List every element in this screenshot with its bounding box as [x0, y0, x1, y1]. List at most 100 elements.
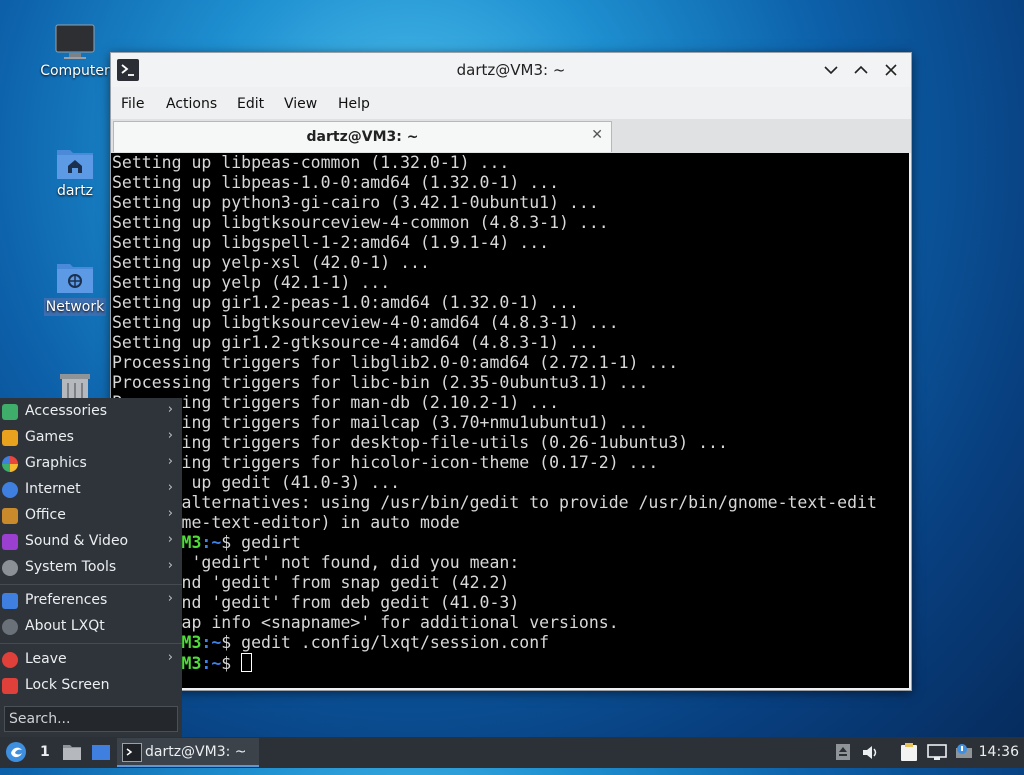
menu-view[interactable]: View [284, 96, 317, 112]
prompt-symbol: $ [221, 633, 242, 652]
desktop-icon-home[interactable]: dartz [35, 142, 115, 200]
tab-title: dartz@VM3: ~ [306, 129, 419, 145]
terminal-task-icon [122, 743, 142, 762]
menu-item-label: Leave [25, 651, 67, 667]
terminal-line: Command 'gedirt' not found, did you mean… [112, 553, 520, 572]
menu-bar: File Actions Edit View Help [111, 89, 911, 119]
desktop-switcher[interactable]: 1 [40, 744, 50, 775]
terminal-line: Processing triggers for mailcap (3.70+nm… [112, 413, 649, 432]
menu-actions[interactable]: Actions [166, 96, 217, 112]
chevron-right-icon: › [167, 428, 173, 443]
prompt-path: :~ [201, 654, 222, 673]
terminal-line: Setting up gir1.2-gtksource-4:amd64 (4.8… [112, 333, 599, 352]
command-text: gedirt [241, 533, 301, 552]
prompt-path: :~ [201, 633, 222, 652]
desktop-icon-network[interactable]: Network [35, 258, 115, 316]
terminal-line: Setting up yelp (42.1-1) ... [112, 273, 391, 292]
prompt-line[interactable]: dartz@VM3:~$ [111, 653, 909, 673]
menu-item-label: Office [25, 507, 66, 523]
internet-icon [2, 482, 18, 498]
office-icon [2, 508, 18, 524]
graphics-icon [2, 456, 18, 472]
menu-item-label: Games [25, 429, 74, 445]
terminal-line: command 'gedit' from deb gedit (41.0-3) [112, 593, 520, 612]
network-folder-icon [55, 258, 95, 298]
prompt-symbol: $ [221, 654, 242, 673]
text-cursor [241, 653, 253, 672]
menu-about-lxqt[interactable]: About LXQt [0, 614, 182, 640]
desktop-icon-label: Network [43, 298, 107, 316]
chevron-right-icon: › [167, 402, 173, 417]
menu-category-office[interactable]: Office › [0, 503, 182, 529]
menu-category-accessories[interactable]: Accessories › [0, 399, 182, 425]
menu-item-label: Sound & Video [25, 533, 129, 549]
close-button[interactable] [881, 60, 901, 80]
file-manager-icon[interactable] [62, 743, 82, 761]
minimize-button[interactable] [821, 60, 841, 80]
taskbar-task-terminal[interactable]: dartz@VM3: ~ [117, 738, 259, 767]
terminal-line: or (gnome-text-editor) in auto mode [112, 513, 460, 532]
terminal-line: Setting up gir1.2-peas-1.0:amd64 (1.32.0… [112, 293, 579, 312]
sound-video-icon [2, 534, 18, 550]
chevron-right-icon: › [167, 650, 173, 665]
tab-bar: dartz@VM3: ~ ✕ [111, 119, 911, 153]
menu-category-sound-video[interactable]: Sound & Video › [0, 529, 182, 555]
terminal-line: command 'gedit' from snap gedit (42.2) [112, 573, 510, 592]
terminal-line: Setting up libgtksourceview-4-0:amd64 (4… [112, 313, 619, 332]
info-icon [2, 619, 18, 635]
terminal-tab[interactable]: dartz@VM3: ~ ✕ [113, 121, 612, 152]
games-icon [2, 430, 18, 446]
update-notifier-icon[interactable] [836, 744, 850, 760]
show-desktop-icon[interactable] [91, 744, 111, 761]
menu-item-label: System Tools [25, 559, 117, 575]
search-input[interactable] [9, 710, 169, 728]
desktop-icon-computer[interactable]: Computer [35, 22, 115, 80]
terminal-window[interactable]: dartz@VM3: ~ File Actions Edit View Help… [110, 52, 912, 691]
chevron-right-icon: › [167, 506, 173, 521]
menu-lock-screen[interactable]: Lock Screen [0, 673, 182, 699]
terminal-line: Setting up libgtksourceview-4-common (4.… [112, 213, 609, 232]
network-monitor-icon[interactable] [927, 744, 947, 761]
menu-edit[interactable]: Edit [237, 96, 264, 112]
app-menu-button[interactable] [5, 741, 27, 763]
menu-item-label: Internet [25, 481, 81, 497]
computer-icon [55, 22, 95, 62]
preferences-icon [2, 593, 18, 609]
lock-icon [2, 678, 18, 694]
menu-category-graphics[interactable]: Graphics › [0, 451, 182, 477]
power-icon [2, 652, 18, 668]
terminal-line: Processing triggers for man-db (2.10.2-1… [112, 393, 560, 412]
terminal-line: Setting up libgspell-1-2:amd64 (1.9.1-4)… [112, 233, 550, 252]
tab-close-icon[interactable]: ✕ [591, 127, 603, 143]
menu-category-system-tools[interactable]: System Tools › [0, 555, 182, 581]
menu-separator [0, 643, 182, 644]
menu-file[interactable]: File [121, 96, 144, 112]
prompt-symbol: $ [221, 533, 242, 552]
clipboard-icon[interactable] [900, 742, 918, 762]
terminal-line: Setting up yelp-xsl (42.0-1) ... [112, 253, 430, 272]
prompt-path: :~ [201, 533, 222, 552]
clock[interactable]: 14:36 [979, 744, 1019, 760]
terminal-line: Setting up libpeas-common (1.32.0-1) ... [112, 153, 510, 172]
terminal-output[interactable]: Setting up libpeas-common (1.32.0-1) ...… [111, 153, 909, 688]
title-bar[interactable]: dartz@VM3: ~ [111, 53, 911, 87]
menu-item-label: Accessories [25, 403, 108, 419]
menu-preferences[interactable]: Preferences › [0, 588, 182, 614]
accessories-icon [2, 404, 18, 420]
volume-icon[interactable] [862, 744, 880, 761]
chevron-right-icon: › [167, 480, 173, 495]
menu-leave[interactable]: Leave › [0, 647, 182, 673]
terminal-line: See 'snap info <snapname>' for additiona… [112, 613, 619, 632]
menu-help[interactable]: Help [338, 96, 370, 112]
maximize-button[interactable] [851, 60, 871, 80]
notification-icon[interactable] [954, 743, 974, 761]
menu-category-games[interactable]: Games › [0, 425, 182, 451]
home-folder-icon [55, 142, 95, 182]
desktop-icon-label: Computer [40, 63, 110, 79]
menu-search-box[interactable] [4, 706, 178, 732]
terminal-line: Setting up libpeas-1.0-0:amd64 (1.32.0-1… [112, 173, 560, 192]
prompt-line: dartz@VM3:~$ gedirt [111, 533, 909, 553]
task-label: dartz@VM3: ~ [145, 744, 247, 760]
terminal-line: Processing triggers for desktop-file-uti… [112, 433, 728, 452]
menu-category-internet[interactable]: Internet › [0, 477, 182, 503]
